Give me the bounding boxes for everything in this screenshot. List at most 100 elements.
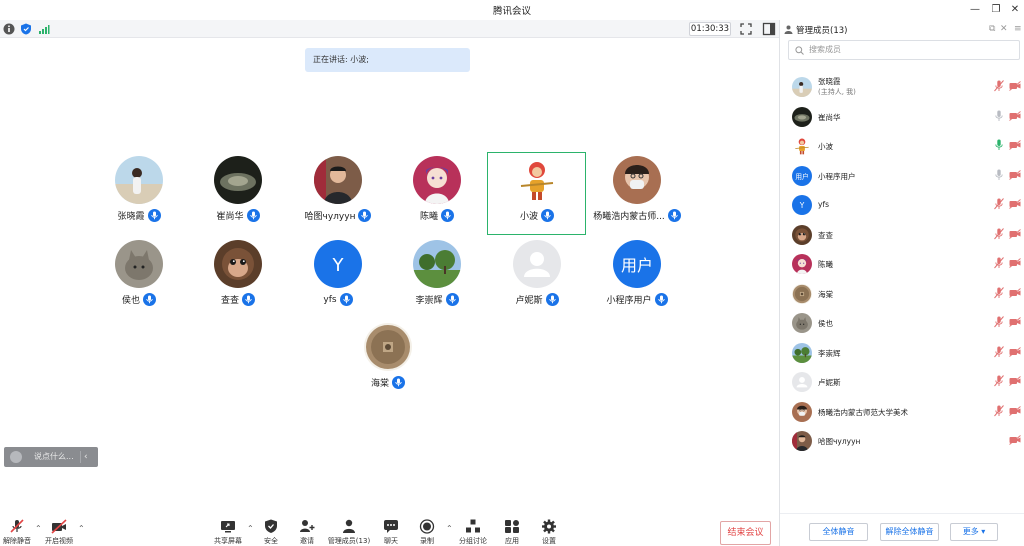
member-row[interactable]: 李崇辉 <box>780 340 1024 366</box>
fullscreen-icon[interactable] <box>739 22 753 36</box>
mic-muted-icon[interactable] <box>994 404 1004 417</box>
participant-tile[interactable]: 张晓霞 <box>89 152 189 236</box>
popout-icon[interactable]: ⧉ <box>989 24 995 34</box>
collapse-chat-icon[interactable]: ‹ <box>84 447 88 467</box>
members-icon <box>343 519 355 533</box>
participant-tile[interactable]: Yyfs <box>288 236 388 320</box>
camera-off-icon[interactable] <box>1009 140 1021 150</box>
participant-tile[interactable]: 卢妮斯 <box>487 236 587 320</box>
avatar <box>115 156 163 204</box>
mic-icon[interactable] <box>994 169 1004 181</box>
unmute-all-button[interactable]: 解除全体静音 <box>880 523 939 541</box>
camera-off-icon[interactable] <box>1009 199 1021 209</box>
mic-muted-icon[interactable] <box>994 257 1004 269</box>
close-panel-icon[interactable]: ✕ <box>1000 24 1008 34</box>
participant-tile[interactable]: 侯也 <box>89 236 189 320</box>
emoji-icon[interactable] <box>10 451 22 463</box>
member-row[interactable]: 卢妮斯 <box>780 369 1024 395</box>
breakout-rooms-button[interactable]: 分组讨论 <box>451 519 495 546</box>
camera-off-icon[interactable] <box>1009 258 1021 268</box>
info-icon[interactable] <box>3 23 15 35</box>
mic-muted-icon[interactable] <box>994 198 1004 210</box>
invite-button[interactable]: 邀请 <box>285 519 329 546</box>
manage-members-button[interactable]: 管理成员(13) <box>327 519 371 546</box>
member-name-text: 张晓霞 <box>818 77 841 86</box>
member-row[interactable]: 哈图чулуун <box>780 428 1024 454</box>
mic-muted-icon[interactable] <box>994 316 1004 328</box>
more-button[interactable]: 更多 ▾ <box>950 523 998 541</box>
camera-off-icon[interactable] <box>1009 228 1021 239</box>
camera-off-icon[interactable] <box>1009 287 1021 298</box>
video-options-chevron-icon[interactable]: ⌃ <box>78 524 85 533</box>
member-row[interactable]: 张晓霞 (主持人, 我) <box>780 74 1024 100</box>
participant-tile[interactable]: 查查 <box>188 236 288 320</box>
camera-off-icon[interactable] <box>1009 346 1021 357</box>
share-screen-button[interactable]: 共享屏幕 <box>206 519 250 546</box>
participant-tile[interactable]: 李崇辉 <box>387 236 487 320</box>
camera-off-icon[interactable] <box>1009 81 1021 91</box>
chat-input[interactable]: 说点什么... ‹ <box>4 447 98 467</box>
participant-name: 侯也 <box>121 296 140 306</box>
breakout-rooms-label: 分组讨论 <box>459 537 487 545</box>
member-name-text: 小波 <box>818 142 833 151</box>
camera-off-icon[interactable] <box>1009 376 1021 386</box>
mic-icon[interactable] <box>994 110 1004 122</box>
chat-divider <box>80 451 81 463</box>
mic-muted-icon[interactable] <box>994 286 1004 299</box>
avatar <box>792 224 812 245</box>
participant-tile[interactable]: 杨曦浩内蒙古师... <box>587 152 687 236</box>
participant-tile[interactable]: 用户 小程序用户 <box>587 236 687 320</box>
member-name: 李崇辉 <box>818 348 841 359</box>
avatar <box>792 283 812 304</box>
close-button[interactable]: ✕ <box>1008 3 1022 17</box>
mic-icon[interactable] <box>994 139 1004 151</box>
active-speaker-frame <box>487 152 586 235</box>
mic-muted-icon[interactable] <box>994 227 1004 240</box>
start-video-button[interactable]: 开启视频 <box>37 519 81 546</box>
member-row[interactable]: Yyfs <box>780 192 1024 218</box>
member-row[interactable]: 陈曦 <box>780 251 1024 277</box>
avatar <box>792 106 812 127</box>
unmute-button[interactable]: 解除静音 <box>0 519 39 546</box>
member-search-placeholder: 搜索成员 <box>809 45 841 54</box>
member-name: 卢妮斯 <box>818 377 841 388</box>
participant-tile[interactable]: 崔尚华 <box>188 152 288 236</box>
mic-muted-icon[interactable] <box>994 80 1004 92</box>
member-row[interactable]: 小波 <box>780 133 1024 159</box>
camera-off-icon[interactable] <box>1009 169 1021 180</box>
member-name-text: 侯也 <box>818 319 833 328</box>
member-row[interactable]: 杨曦浩内蒙古师范大学美术 <box>780 399 1024 425</box>
member-row[interactable]: 崔尚华 <box>780 104 1024 130</box>
end-meeting-button[interactable]: 结束会议 <box>720 521 771 545</box>
mute-all-button[interactable]: 全体静音 <box>809 523 868 541</box>
member-row[interactable]: 侯也 <box>780 310 1024 336</box>
record-button[interactable]: 录制 <box>405 519 449 546</box>
camera-off-icon[interactable] <box>1009 110 1021 121</box>
settings-button[interactable]: 设置 <box>527 519 571 546</box>
mic-muted-icon[interactable] <box>994 345 1004 358</box>
member-name: 陈曦 <box>818 259 833 270</box>
start-video-label: 开启视频 <box>45 537 73 545</box>
participant-name: 杨曦浩内蒙古师... <box>593 212 665 222</box>
participant-tile[interactable]: 海棠 <box>338 319 438 403</box>
member-row[interactable]: 海棠 <box>780 281 1024 307</box>
shield-icon[interactable] <box>20 23 32 35</box>
signal-icon[interactable] <box>38 23 50 35</box>
member-row[interactable]: 查查 <box>780 222 1024 248</box>
participant-tile[interactable]: 陈曦 <box>387 152 487 236</box>
member-name: 崔尚华 <box>818 112 841 123</box>
minimize-button[interactable]: — <box>968 3 982 17</box>
member-search-input[interactable]: 搜索成员 <box>788 40 1020 60</box>
avatar <box>792 254 812 274</box>
layout-icon[interactable] <box>762 22 776 36</box>
mic-muted-icon[interactable] <box>994 375 1004 387</box>
avatar <box>792 401 812 422</box>
camera-off-icon[interactable] <box>1009 317 1021 327</box>
menu-icon[interactable]: ≡ <box>1014 24 1022 34</box>
camera-off-icon[interactable] <box>1009 435 1021 445</box>
member-row[interactable]: 用户 小程序用户 <box>780 163 1024 189</box>
participant-tile[interactable]: 哈图чулуун <box>288 152 388 236</box>
restore-button[interactable]: ❐ <box>989 3 1003 17</box>
camera-off-icon[interactable] <box>1009 405 1021 416</box>
mic-icon <box>147 209 161 222</box>
